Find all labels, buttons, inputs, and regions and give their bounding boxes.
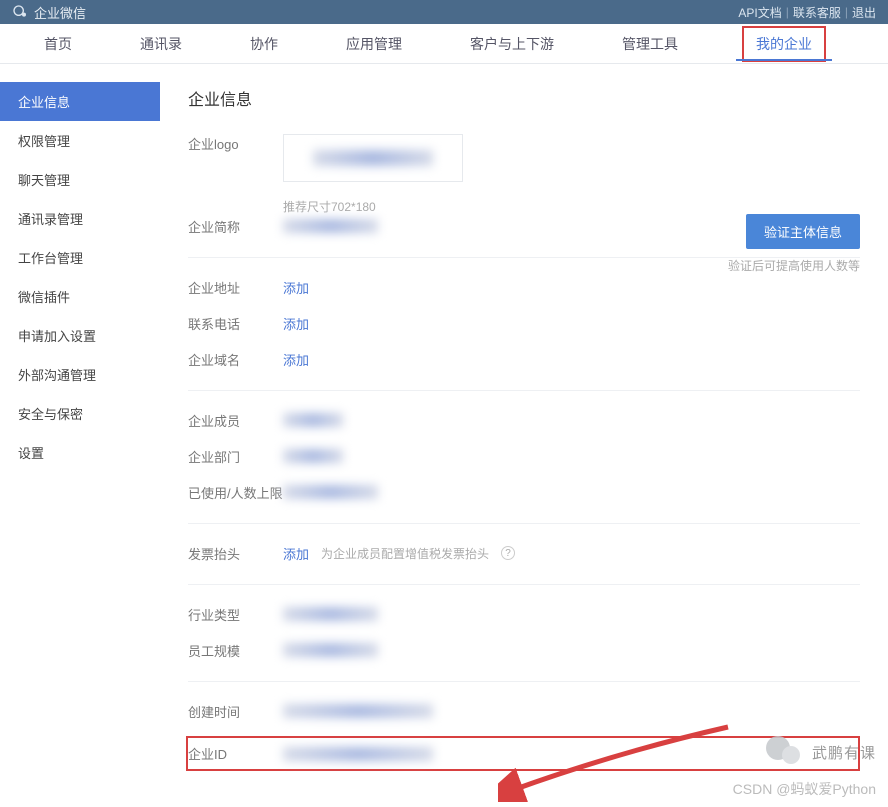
product-logo: 企业微信 — [12, 3, 86, 22]
row-quota: 已使用/人数上限 — [188, 481, 860, 503]
sidebar-item-external-comm[interactable]: 外部沟通管理 — [0, 355, 160, 394]
row-domain: 企业域名 添加 — [188, 348, 860, 370]
add-phone-link[interactable]: 添加 — [283, 314, 309, 333]
redacted-value — [283, 219, 378, 233]
support-link[interactable]: 联系客服 — [793, 4, 841, 21]
redacted-logo — [313, 150, 433, 166]
sidebar-item-company-info[interactable]: 企业信息 — [0, 82, 160, 121]
sidebar-item-contacts-mgmt[interactable]: 通讯录管理 — [0, 199, 160, 238]
sidebar-item-wechat-plugin[interactable]: 微信插件 — [0, 277, 160, 316]
add-address-link[interactable]: 添加 — [283, 278, 309, 297]
row-depts: 企业部门 — [188, 445, 860, 467]
sidebar-item-settings[interactable]: 设置 — [0, 433, 160, 472]
logo-preview[interactable] — [283, 134, 463, 182]
redacted-value — [283, 747, 433, 761]
row-industry: 行业类型 — [188, 603, 860, 625]
redacted-value — [283, 449, 343, 463]
nav-contacts[interactable]: 通讯录 — [136, 24, 186, 64]
content-container: 企业信息 权限管理 聊天管理 通讯录管理 工作台管理 微信插件 申请加入设置 外… — [0, 64, 888, 807]
wechat-work-icon — [12, 4, 28, 20]
sidebar: 企业信息 权限管理 聊天管理 通讯录管理 工作台管理 微信插件 申请加入设置 外… — [0, 64, 160, 807]
nav-collab[interactable]: 协作 — [246, 24, 282, 64]
main-nav: 首页 通讯录 协作 应用管理 客户与上下游 管理工具 我的企业 — [0, 24, 888, 64]
verify-hint: 验证后可提高使用人数等 — [728, 257, 860, 274]
watermark-csdn: CSDN @蚂蚁爱Python — [733, 779, 876, 799]
logo-size-hint: 推荐尺寸702*180 — [283, 198, 860, 215]
sidebar-item-workbench[interactable]: 工作台管理 — [0, 238, 160, 277]
redacted-value — [283, 485, 378, 499]
row-logo: 企业logo — [188, 134, 860, 184]
invoice-hint: 为企业成员配置增值税发票抬头 — [321, 545, 489, 562]
nav-home[interactable]: 首页 — [40, 24, 76, 64]
redacted-value — [283, 643, 378, 657]
main-panel: 企业信息 企业logo 推荐尺寸702*180 验证主体信息 验证后可提高使用人… — [160, 64, 888, 807]
logout-link[interactable]: 退出 — [852, 4, 876, 21]
page-title: 企业信息 — [188, 86, 860, 110]
row-corpid: 企业ID — [186, 736, 860, 771]
row-invoice: 发票抬头 添加 为企业成员配置增值税发票抬头 ? — [188, 542, 860, 564]
sidebar-item-permissions[interactable]: 权限管理 — [0, 121, 160, 160]
redacted-value — [283, 704, 433, 718]
sidebar-item-join-settings[interactable]: 申请加入设置 — [0, 316, 160, 355]
wechat-logo-icon — [764, 732, 804, 772]
sidebar-item-security[interactable]: 安全与保密 — [0, 394, 160, 433]
nav-my-enterprise[interactable]: 我的企业 — [742, 26, 826, 62]
label-logo: 企业logo — [188, 134, 283, 153]
nav-tools[interactable]: 管理工具 — [618, 24, 682, 64]
header-links: API文档 | 联系客服 | 退出 — [738, 4, 876, 21]
redacted-value — [283, 413, 343, 427]
row-phone: 联系电话 添加 — [188, 312, 860, 334]
row-address: 企业地址 添加 — [188, 276, 860, 298]
api-docs-link[interactable]: API文档 — [738, 4, 781, 21]
add-domain-link[interactable]: 添加 — [283, 350, 309, 369]
verify-area: 验证主体信息 验证后可提高使用人数等 — [728, 214, 860, 274]
product-name: 企业微信 — [34, 3, 86, 22]
watermark-bubble: 武鹏有课 — [764, 732, 876, 772]
top-header: 企业微信 API文档 | 联系客服 | 退出 — [0, 0, 888, 24]
help-icon[interactable]: ? — [501, 546, 515, 560]
row-scale: 员工规模 — [188, 639, 860, 661]
sidebar-item-chat[interactable]: 聊天管理 — [0, 160, 160, 199]
nav-customers[interactable]: 客户与上下游 — [466, 24, 558, 64]
verify-button[interactable]: 验证主体信息 — [746, 214, 860, 249]
add-invoice-link[interactable]: 添加 — [283, 544, 309, 563]
nav-apps[interactable]: 应用管理 — [342, 24, 406, 64]
row-created: 创建时间 — [188, 700, 860, 722]
row-members: 企业成员 — [188, 409, 860, 431]
